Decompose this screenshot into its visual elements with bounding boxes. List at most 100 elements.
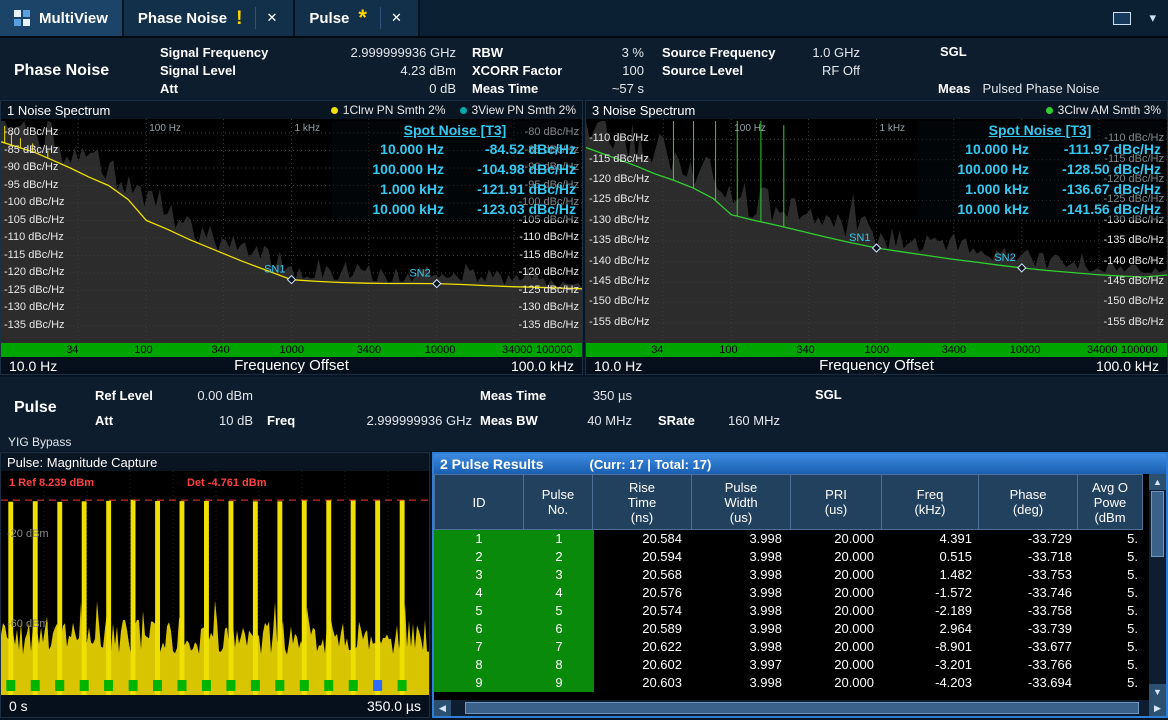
table-cell[interactable]: -33.739 xyxy=(984,620,1084,638)
table-cell[interactable]: 3.998 xyxy=(694,530,794,548)
table-cell[interactable]: 6 xyxy=(524,620,594,638)
table-cell[interactable]: 5. xyxy=(1084,566,1150,584)
table-cell[interactable]: 20.000 xyxy=(794,674,886,692)
cell-id[interactable]: 4 xyxy=(434,584,524,602)
table-cell[interactable]: -33.718 xyxy=(984,548,1084,566)
cell-id[interactable]: 6 xyxy=(434,620,524,638)
table-row[interactable]: 8820.6023.99720.000-3.201-33.7665. xyxy=(434,656,1166,674)
cell-id[interactable]: 1 xyxy=(434,530,524,548)
pulse-segment[interactable] xyxy=(398,680,407,691)
table-cell[interactable]: 20.576 xyxy=(594,584,694,602)
table-cell[interactable]: 7 xyxy=(524,638,594,656)
selected-pulse-segment[interactable] xyxy=(373,680,382,691)
window-title-bar[interactable]: 3 Noise Spectrum 3Clrw AM Smth 3% xyxy=(586,101,1167,119)
close-icon[interactable]: ✕ xyxy=(380,7,404,29)
table-cell[interactable]: 3.998 xyxy=(694,638,794,656)
table-cell[interactable]: 5. xyxy=(1084,548,1150,566)
table-cell[interactable]: 5. xyxy=(1084,674,1150,692)
pulse-segment[interactable] xyxy=(226,680,235,691)
table-cell[interactable]: -33.729 xyxy=(984,530,1084,548)
table-cell[interactable]: 2.964 xyxy=(886,620,984,638)
table-cell[interactable]: 20.000 xyxy=(794,530,886,548)
table-cell[interactable]: 20.000 xyxy=(794,638,886,656)
table-cell[interactable]: 20.574 xyxy=(594,602,694,620)
table-cell[interactable]: 20.594 xyxy=(594,548,694,566)
table-cell[interactable]: -33.694 xyxy=(984,674,1084,692)
tab-multiview[interactable]: MultiView xyxy=(0,0,124,36)
display-icon[interactable] xyxy=(1113,12,1131,25)
table-cell[interactable]: 3.998 xyxy=(694,602,794,620)
table-cell[interactable]: 20.000 xyxy=(794,548,886,566)
table-cell[interactable]: 8 xyxy=(524,656,594,674)
table-cell[interactable]: 5. xyxy=(1084,656,1150,674)
column-header[interactable]: RiseTime(ns) xyxy=(592,474,692,530)
cell-id[interactable]: 9 xyxy=(434,674,524,692)
table-cell[interactable]: 20.603 xyxy=(594,674,694,692)
table-row[interactable]: 6620.5893.99820.0002.964-33.7395. xyxy=(434,620,1166,638)
vertical-scroll-thumb[interactable] xyxy=(1151,491,1164,557)
table-cell[interactable]: 5. xyxy=(1084,584,1150,602)
table-cell[interactable]: 20.622 xyxy=(594,638,694,656)
table-row[interactable]: 1120.5843.99820.0004.391-33.7295. xyxy=(434,530,1166,548)
table-row[interactable]: 2220.5943.99820.0000.515-33.7185. xyxy=(434,548,1166,566)
table-cell[interactable]: 1 xyxy=(524,530,594,548)
table-cell[interactable]: 4.391 xyxy=(886,530,984,548)
table-cell[interactable]: 5. xyxy=(1084,602,1150,620)
pulse-segment[interactable] xyxy=(251,680,260,691)
pulse-segment[interactable] xyxy=(104,680,113,691)
horizontal-scrollbar[interactable]: ◀ ▶ xyxy=(434,700,1166,716)
scroll-right-button[interactable]: ▶ xyxy=(1149,700,1166,716)
table-cell[interactable]: -2.189 xyxy=(886,602,984,620)
tab-phase-noise[interactable]: Phase Noise ! ✕ xyxy=(124,0,295,36)
table-cell[interactable]: 5. xyxy=(1084,530,1150,548)
window-title-bar[interactable]: 2 Pulse Results (Curr: 17 | Total: 17) xyxy=(434,454,1166,474)
table-cell[interactable]: 5. xyxy=(1084,620,1150,638)
pulse-segment[interactable] xyxy=(300,680,309,691)
table-cell[interactable]: 3.998 xyxy=(694,620,794,638)
table-row[interactable]: 5520.5743.99820.000-2.189-33.7585. xyxy=(434,602,1166,620)
table-cell[interactable]: 20.584 xyxy=(594,530,694,548)
table-cell[interactable]: 20.000 xyxy=(794,584,886,602)
table-cell[interactable]: -8.901 xyxy=(886,638,984,656)
close-icon[interactable]: ✕ xyxy=(255,7,279,29)
cell-id[interactable]: 2 xyxy=(434,548,524,566)
table-cell[interactable]: 3.997 xyxy=(694,656,794,674)
table-cell[interactable]: 3 xyxy=(524,566,594,584)
table-cell[interactable]: 3.998 xyxy=(694,548,794,566)
table-cell[interactable]: 20.568 xyxy=(594,566,694,584)
pulse-segment[interactable] xyxy=(275,680,284,691)
pulse-segment[interactable] xyxy=(6,680,15,691)
table-cell[interactable]: -33.766 xyxy=(984,656,1084,674)
pulse-segment[interactable] xyxy=(202,680,211,691)
horizontal-scroll-track[interactable] xyxy=(451,700,1149,716)
scroll-up-button[interactable]: ▲ xyxy=(1149,474,1166,490)
table-cell[interactable]: -33.758 xyxy=(984,602,1084,620)
column-header[interactable]: Phase(deg) xyxy=(978,474,1078,530)
tab-pulse[interactable]: Pulse * ✕ xyxy=(295,0,420,36)
scroll-left-button[interactable]: ◀ xyxy=(434,700,451,716)
window-title-bar[interactable]: Pulse: Magnitude Capture xyxy=(1,453,429,471)
table-cell[interactable]: 0.515 xyxy=(886,548,984,566)
table-cell[interactable]: 2 xyxy=(524,548,594,566)
pulse-segment[interactable] xyxy=(129,680,138,691)
table-row[interactable]: 7720.6223.99820.000-8.901-33.6775. xyxy=(434,638,1166,656)
table-cell[interactable]: -4.203 xyxy=(886,674,984,692)
horizontal-scroll-thumb[interactable] xyxy=(465,702,1139,714)
noise-spectrum-chart-1[interactable]: 100 Hz1 kHzSN1SN2-80 dBc/Hz-80 dBc/Hz-85… xyxy=(1,119,582,343)
table-cell[interactable]: 3.998 xyxy=(694,674,794,692)
table-cell[interactable]: 3.998 xyxy=(694,566,794,584)
column-header[interactable]: PulseWidth(us) xyxy=(691,474,791,530)
table-cell[interactable]: 5 xyxy=(524,602,594,620)
chevron-down-icon[interactable]: ▾ xyxy=(1149,10,1156,26)
table-cell[interactable]: 20.000 xyxy=(794,620,886,638)
cell-id[interactable]: 7 xyxy=(434,638,524,656)
scroll-down-button[interactable]: ▼ xyxy=(1149,684,1166,700)
table-row[interactable]: 9920.6033.99820.000-4.203-33.6945. xyxy=(434,674,1166,692)
table-cell[interactable]: 20.602 xyxy=(594,656,694,674)
table-cell[interactable]: 9 xyxy=(524,674,594,692)
vertical-scrollbar[interactable]: ▲ ▼ xyxy=(1149,474,1166,700)
table-cell[interactable]: 20.000 xyxy=(794,602,886,620)
table-cell[interactable]: 5. xyxy=(1084,638,1150,656)
pulse-segment[interactable] xyxy=(80,680,89,691)
column-header[interactable]: PulseNo. xyxy=(523,474,593,530)
